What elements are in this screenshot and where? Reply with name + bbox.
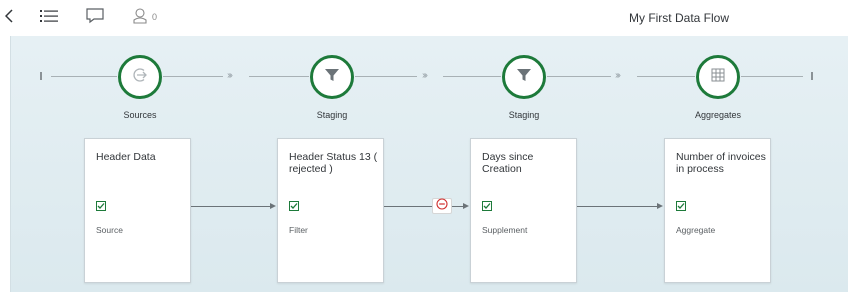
- flow-canvas: ››› ››› ››› Sources Staging Staging Aggr…: [10, 36, 848, 292]
- step-card-header-status[interactable]: Header Status 13 ( rejected ) Filter: [277, 138, 384, 283]
- pipeline-start-marker: [40, 72, 42, 80]
- pipeline-line: [355, 76, 417, 77]
- card-title: Number of invoices in process: [676, 151, 766, 175]
- card-checkbox[interactable]: [96, 201, 106, 211]
- card-checkbox[interactable]: [289, 201, 299, 211]
- stage-node-staging-2[interactable]: [502, 55, 546, 99]
- checkmark-icon: [97, 203, 105, 209]
- arrow-head-icon: [270, 203, 276, 209]
- pipeline-end-marker: [811, 72, 813, 80]
- chevrons-icon: ›››: [422, 70, 428, 81]
- back-button[interactable]: [2, 6, 16, 30]
- pipeline-line: [443, 76, 501, 77]
- connector-line: [577, 206, 658, 207]
- participant-count: 0: [152, 12, 158, 22]
- stage-node-sources[interactable]: [118, 55, 162, 99]
- stage-label: Sources: [123, 110, 157, 120]
- comments-button[interactable]: [84, 6, 106, 30]
- list-icon: [40, 9, 58, 28]
- card-type: Aggregate: [676, 225, 716, 235]
- card-checkbox[interactable]: [676, 201, 686, 211]
- filter-icon: [324, 67, 340, 88]
- card-title: Header Status 13 ( rejected ): [289, 151, 378, 175]
- stage-label: Staging: [508, 110, 540, 120]
- stage-node-aggregates[interactable]: [696, 55, 740, 99]
- chevrons-icon: ›››: [615, 70, 621, 81]
- pipeline-line: [163, 76, 223, 77]
- remove-circle-icon: [436, 197, 448, 215]
- checkmark-icon: [677, 203, 685, 209]
- user-icon: [133, 7, 147, 29]
- card-title: Days since Creation: [482, 151, 534, 175]
- grid-icon: [710, 67, 726, 88]
- step-card-days-since-creation[interactable]: Days since Creation Supplement: [470, 138, 577, 283]
- stage-label: Staging: [316, 110, 348, 120]
- step-card-number-of-invoices[interactable]: Number of invoices in process Aggregate: [664, 138, 771, 283]
- pipeline-line: [637, 76, 695, 77]
- connector-line: [384, 206, 432, 207]
- arrow-head-icon: [463, 203, 469, 209]
- pipeline-line: [51, 76, 117, 77]
- list-button[interactable]: [38, 6, 60, 30]
- pipeline-line: [741, 76, 803, 77]
- stage-node-staging-1[interactable]: [310, 55, 354, 99]
- card-title: Header Data: [96, 151, 156, 163]
- checkmark-icon: [290, 203, 298, 209]
- connector-line: [191, 206, 271, 207]
- card-type: Filter: [289, 225, 308, 235]
- checkmark-icon: [483, 203, 491, 209]
- filter-icon: [516, 67, 532, 88]
- step-card-header-data[interactable]: Header Data Source: [84, 138, 191, 283]
- card-type: Source: [96, 225, 123, 235]
- chevron-left-icon: [4, 8, 13, 28]
- page-title: My First Data Flow: [628, 11, 729, 25]
- pipeline-line: [547, 76, 611, 77]
- toolbar: 0 My First Data Flow: [0, 0, 848, 36]
- card-type: Supplement: [482, 225, 528, 235]
- comment-icon: [86, 7, 104, 29]
- card-checkbox[interactable]: [482, 201, 492, 211]
- stage-label: Aggregates: [694, 110, 742, 120]
- arrow-head-icon: [657, 203, 663, 209]
- participants-button[interactable]: [130, 6, 150, 30]
- chevrons-icon: ›››: [227, 70, 233, 81]
- pipeline-line: [249, 76, 309, 77]
- arrow-right-circle-icon: [131, 66, 149, 89]
- remove-connection-button[interactable]: [432, 198, 452, 214]
